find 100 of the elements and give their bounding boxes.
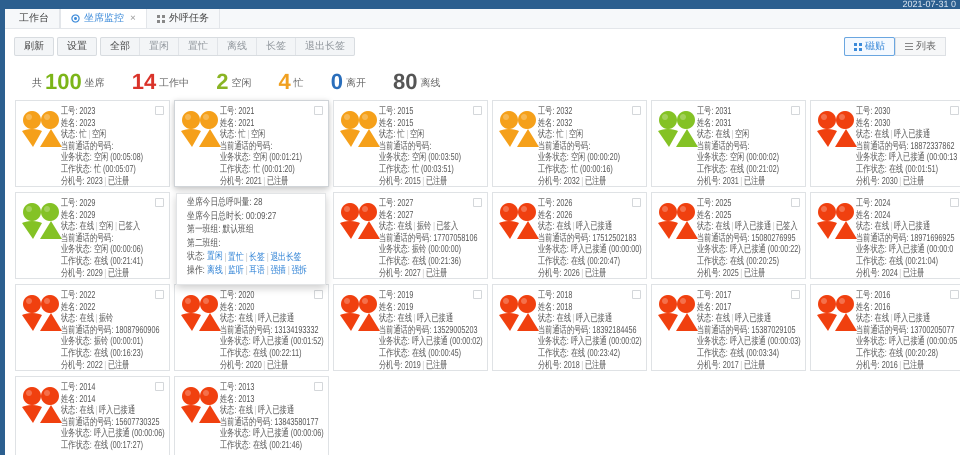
field-text: 当前通话的号码: 18971696925 [856,232,954,244]
field-text: 业务状态: 呼入已接通 (00:00:13 [856,152,958,164]
field-value: 呼入已接通 [891,130,930,140]
summary-count: 2 [216,71,228,93]
field-text: 第一班组: 默认班组 [187,224,254,236]
field-label: 状态: [538,313,554,324]
checkbox[interactable] [632,198,641,207]
field-label: 状态: [379,313,396,324]
field-text: 工号: 2030 [856,106,890,118]
field-label: 分机号: [379,268,403,280]
agent-card[interactable]: 工号: 2025 姓名: 2025 状态: 在线 呼入已接通 已签入 当前通话的号码: 15080276995 业务状态: 呼入已接通 (00:00:22) 工作状态: 在线 (00:20:25) 分机号: 2025 已注册 [651,192,806,279]
field-text: 当前通话的号码: 17512502183 [538,232,636,244]
agent-card[interactable]: 工号: 2027 姓名: 2027 状态: 在线 振铃 已签入 当前通话的号码: 17707058106 业务状态: 振铃 (00:00:00) 工作状态: 在线 (00:21:36) 分机号: 2027 已注册 [333,192,488,279]
agent-card[interactable]: 工号: 2020 姓名: 2020 状态: 在线 呼入已接通 当前通话的号码: 13134193332 业务状态: 呼入已接通 (00:01:52) 工作状态: 在线 (00:22:11) 分机号: 2020 已注册 [174,284,329,371]
grid-icon [156,14,165,22]
agent-card[interactable]: 工号: 2029 姓名: 2029 状态: 在线 空闲 已签入 当前通话的号码: 业务状态: 空闲 (00:00:06) 工作状态: 在线 (00:21:41) 分机号: 2029 已注册 [15,192,170,279]
field-text: 业务状态: 呼入已接通 (00:00:06) [220,428,324,440]
agent-card[interactable]: 工号: 2030 姓名: 2030 状态: 在线 呼入已接通 当前通话的号码: 18872337862 业务状态: 呼入已接通 (00:00:13 工作状态: 在线 (00:01:51) 分机号: 2030 已注册 [810,100,960,187]
checkbox[interactable] [791,198,800,207]
view-toggle[interactable]: 磁贴 [844,37,895,56]
field-label: 分机号: [697,176,721,188]
checkbox[interactable] [791,106,800,115]
action-link[interactable]: 置忙 [225,252,244,262]
field-text: 业务状态: 呼入已接通 (00:00:06) [61,428,165,440]
field-text: 业务状态: 振铃 (00:00:01) [61,336,144,348]
action-link[interactable]: 离线 [207,264,223,277]
field-label: 状态: [379,129,396,140]
tab[interactable]: 坐席监控 × [60,9,147,28]
agent-card[interactable]: 工号: 2019 姓名: 2019 状态: 在线 呼入已接通 当前通话的号码: 13529005203 业务状态: 呼入已接通 (00:00:02) 工作状态: 在线 (00:00:45) 分机号: 2019 已注册 [333,284,488,371]
action-link[interactable]: 长签 [246,252,265,262]
field-value: 已签入 [773,222,798,232]
field-text: 坐席今日总呼叫量: 28 [187,197,262,209]
field-text: 姓名: 2019 [379,302,414,313]
checkbox[interactable] [155,106,164,115]
checkbox[interactable] [155,198,164,207]
toolbar-button[interactable]: 设置 [58,38,96,55]
field-value: 已注册 [582,360,606,370]
view-toggle[interactable]: 列表 [895,37,946,56]
field-text: 姓名: 2021 [220,118,254,129]
agent-card[interactable]: 工号: 2026 姓名: 2026 状态: 在线 呼入已接通 当前通话的号码: 17512502183 业务状态: 呼入已接通 (00:00:00) 工作状态: 在线 (00:20:47) 分机号: 2026 已注册 [492,192,647,279]
field-label: 分机号: [220,360,244,372]
field-value: 已注册 [900,360,924,370]
summary-count: 100 [45,71,82,93]
agent-card[interactable]: 工号: 2015 姓名: 2015 状态: 忙 空闲 当前通话的号码: 业务状态: 空闲 (00:03:50) 工作状态: 忙 (00:03:51) 分机号: 2015 已注册 [333,100,488,187]
checkbox[interactable] [950,106,959,115]
summary-label: 离开 [346,76,366,91]
field-value: 2016 [882,360,898,372]
toolbar-button[interactable]: 全部 [101,38,139,55]
action-link[interactable]: 强拆 [288,266,307,276]
field-value: 已注册 [740,268,766,278]
checkbox[interactable] [155,382,164,391]
agent-card[interactable]: 工号: 2022 姓名: 2022 状态: 在线 振铃 当前通话的号码: 18087960906 业务状态: 振铃 (00:00:01) 工作状态: 在线 (00:16:23) 分机号: 2022 已注册 [15,284,170,371]
checkbox[interactable] [473,106,482,115]
agent-card[interactable]: 工号: 2014 姓名: 2014 状态: 在线 呼入已接通 当前通话的号码: 15607730325 业务状态: 呼入已接通 (00:00:06) 工作状态: 在线 (00:17:27) [15,376,170,455]
agent-card[interactable]: 工号: 2031 姓名: 2031 状态: 在线 空闲 当前通话的号码: 业务状态: 空闲 (00:00:02) 工作状态: 在线 (00:21:02) 分机号: 2031 已注册 [651,100,806,187]
action-link[interactable]: 退出长签 [267,252,302,262]
field-value: 呼入已接通 [732,314,771,324]
field-value: 已注册 [422,360,448,370]
agent-card[interactable]: 工号: 2018 姓名: 2018 状态: 在线 呼入已接通 当前通话的号码: 18392184456 业务状态: 呼入已接通 (00:00:02) 工作状态: 在线 (00:23:42) 分机号: 2018 已注册 [492,284,647,371]
field-label: 分机号: [856,268,880,280]
agent-card[interactable]: 工号: 2023 姓名: 2023 状态: 忙 空闲 当前通话的号码: 业务状态: 空闲 (00:05:08) 工作状态: 忙 (00:05:07) 分机号: 2023 已注册 [15,100,170,187]
field-text: 工作状态: 在线 (00:01:51) [856,164,938,176]
field-value: 2020 [246,360,262,372]
checkbox[interactable] [155,290,164,299]
field-value: 忙 [80,129,87,140]
field-text: 姓名: 2018 [538,302,572,313]
field-label: 状态: [856,313,872,324]
field-label: 分机号: [538,176,562,188]
agent-card[interactable]: 工号: 2013 姓名: 2013 状态: 在线 呼入已接通 当前通话的号码: 13843580177 业务状态: 呼入已接通 (00:00:06) 工作状态: 在线 (00:21:46) [174,376,329,455]
checkbox[interactable] [632,106,641,115]
field-value: 在线 [238,313,253,324]
checkbox[interactable] [950,290,959,299]
field-label: 状态: [379,221,396,232]
action-link[interactable]: 置闲 [207,251,223,263]
agent-card[interactable]: 工号: 2032 姓名: 2032 状态: 忙 空闲 当前通话的号码: 业务状态: 空闲 (00:00:20) 工作状态: 忙 (00:00:16) 分机号: 2032 已注册 [492,100,647,187]
checkbox[interactable] [950,198,959,207]
checkbox[interactable] [473,290,482,299]
checkbox[interactable] [791,290,800,299]
agent-card[interactable]: 工号: 2017 姓名: 2017 状态: 在线 呼入已接通 当前通话的号码: 15387029105 业务状态: 呼入已接通 (00:00:03) 工作状态: 在线 (00:03:34) 分机号: 2017 已注册 [651,284,806,371]
agent-card[interactable]: 工号: 2016 姓名: 2016 状态: 在线 呼入已接通 当前通话的号码: 13700205077 业务状态: 呼入已接通 (00:00:05 工作状态: 在线 (00:20:28) 分机号: 2016 已注册 [810,284,960,371]
tab[interactable]: 外呼任务 [146,9,220,28]
field-value: 空闲 [248,130,266,140]
field-text: 当前通话的号码: 18872337862 [856,140,954,152]
checkbox[interactable] [314,106,323,115]
toolbar-button[interactable]: 刷新 [15,38,53,55]
action-link[interactable]: 监听 [225,266,244,276]
list-icon [905,43,913,50]
checkbox[interactable] [314,382,323,391]
field-text: 工号: 2019 [379,290,414,302]
checkbox[interactable] [632,290,641,299]
field-text: 姓名: 2031 [697,118,732,129]
checkbox[interactable] [473,198,482,207]
field-text: 工号: 2029 [61,198,96,210]
field-value: 2018 [564,360,580,372]
action-link[interactable]: 耳语 [246,266,265,276]
action-link[interactable]: 强插 [267,266,286,276]
agent-card[interactable]: 工号: 2024 姓名: 2024 状态: 在线 呼入已接通 当前通话的号码: 18971696925 业务状态: 呼入已接通 (00:00:0 工作状态: 在线 (00:21:04) 分机号: 2024 已注册 [810,192,960,279]
checkbox[interactable] [314,290,323,299]
field-label: 状态: [220,405,236,416]
agent-card[interactable]: 工号: 2021 姓名: 2021 状态: 忙 空闲 当前通话的号码: 业务状态: 空闲 (00:01:21) 工作状态: 忙 (00:01:20) 分机号: 2021 已注册 [174,100,329,187]
